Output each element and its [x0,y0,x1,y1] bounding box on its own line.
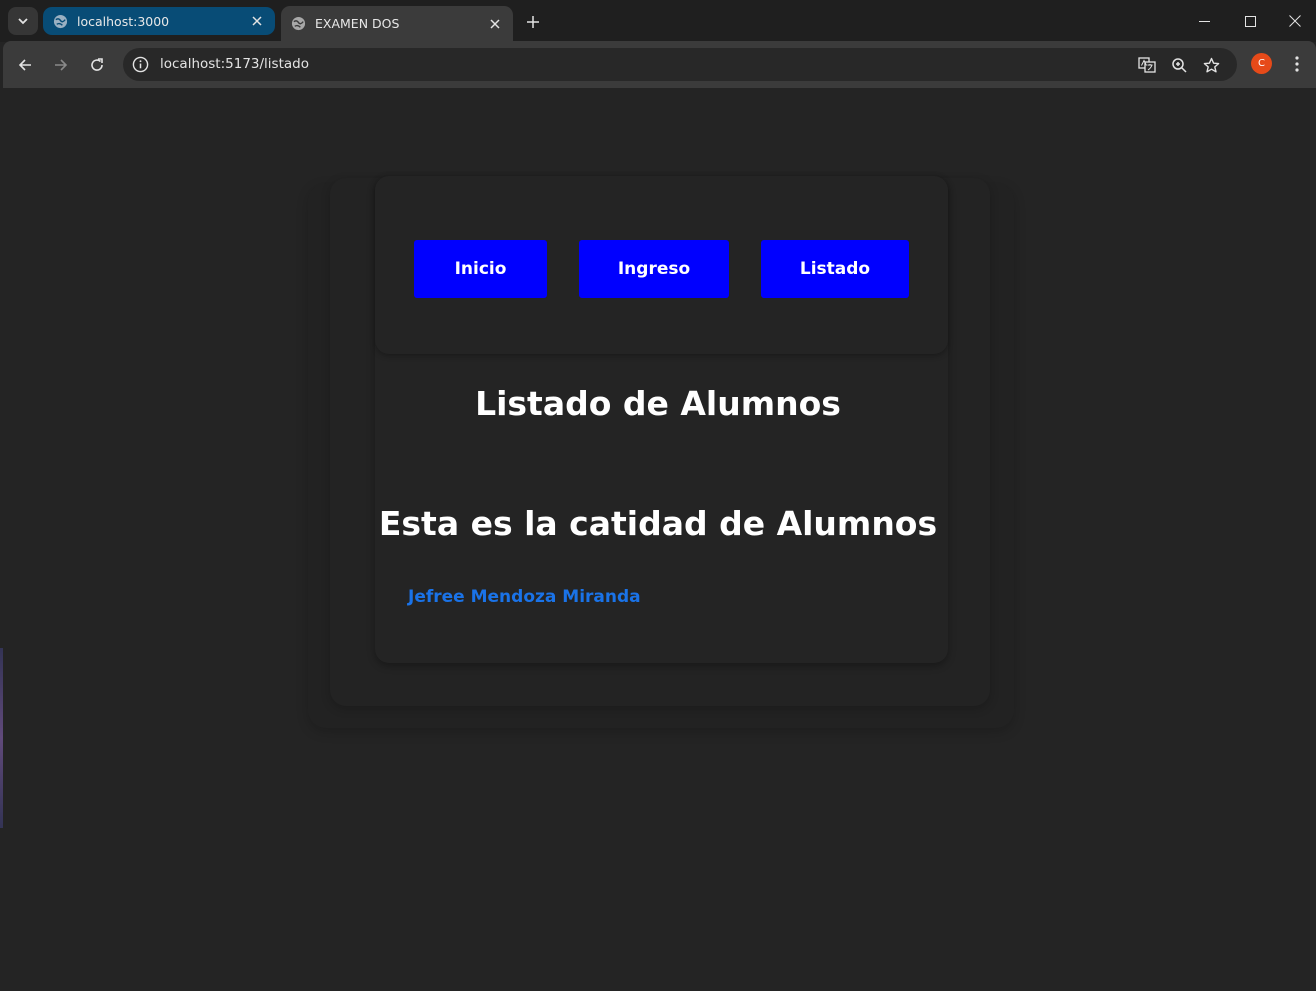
new-tab-button[interactable] [520,10,546,34]
page-viewport: Inicio Ingreso Listado Listado de Alumno… [0,88,1316,991]
maximize-icon [1244,15,1256,27]
maximize-button[interactable] [1227,6,1273,36]
close-icon [1289,15,1301,27]
page-title: Listado de Alumnos [475,384,841,423]
tab-search-button[interactable] [8,7,38,35]
url-text[interactable]: localhost:5173/listado [160,56,309,72]
address-bar[interactable]: localhost:5173/listado [123,48,1237,81]
count-heading: Esta es la catidad de Alumnos [378,504,938,543]
tab-strip: localhost:3000 EXAMEN DOS [0,0,1316,42]
tab-localhost-3000[interactable]: localhost:3000 [43,7,275,35]
bookmark-button[interactable] [1200,54,1222,76]
zoom-in-icon [1171,57,1187,73]
more-vertical-icon [1295,56,1299,72]
nav-button-inicio[interactable]: Inicio [414,240,547,298]
arrow-left-icon [18,59,31,71]
globe-icon [291,16,306,31]
star-icon [1203,57,1219,72]
site-info-icon[interactable] [132,56,149,73]
close-icon[interactable] [249,13,265,29]
window-edge-decoration [0,648,3,828]
student-name: Jefree Mendoza Miranda [408,587,641,607]
forward-button[interactable] [47,51,75,79]
profile-avatar[interactable]: C [1251,53,1272,74]
back-button[interactable] [11,51,39,79]
tab-examen-dos[interactable]: EXAMEN DOS [281,6,513,41]
close-icon[interactable] [487,16,503,32]
arrow-right-icon [55,59,68,71]
translate-button[interactable] [1136,54,1158,76]
tab-title: EXAMEN DOS [315,16,400,31]
plus-icon [527,16,539,28]
nav-button-listado[interactable]: Listado [761,240,909,298]
reload-icon [91,58,103,71]
zoom-button[interactable] [1168,54,1190,76]
nav-button-ingreso[interactable]: Ingreso [579,240,729,298]
minimize-button[interactable] [1181,6,1227,36]
browser-menu-button[interactable] [1284,51,1310,77]
chevron-down-icon [18,18,28,25]
close-window-button[interactable] [1272,6,1316,36]
browser-toolbar: localhost:5173/listado C [3,41,1316,88]
translate-icon [1138,57,1156,73]
tab-title: localhost:3000 [77,13,170,29]
globe-icon [53,14,68,29]
reload-button[interactable] [83,51,111,79]
minimize-icon [1198,20,1210,22]
